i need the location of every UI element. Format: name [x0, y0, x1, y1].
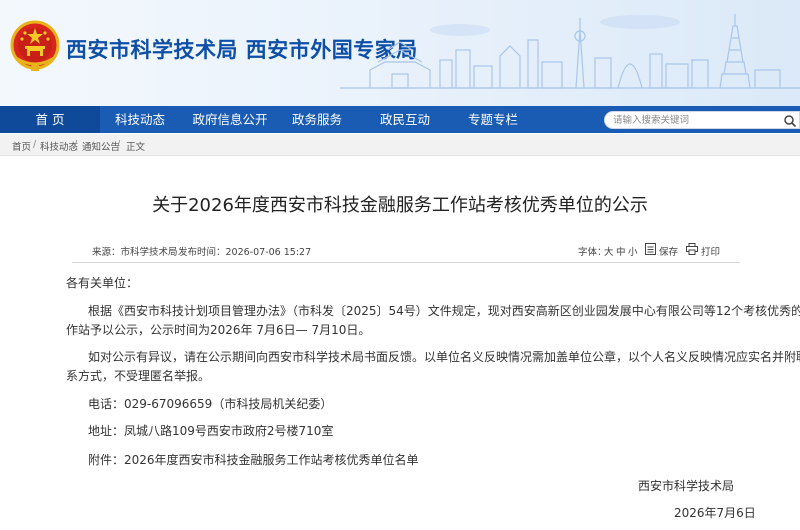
breadcrumb-separator: /	[117, 139, 121, 150]
nav-item-home[interactable]: 首 页	[0, 106, 100, 133]
breadcrumb-separator: /	[33, 139, 37, 150]
print-icon[interactable]	[686, 243, 698, 255]
article-paragraph-1-line-2: 作站予以公示，公示时间为2026年 7月6日— 7月10日。	[66, 323, 371, 337]
search-icon[interactable]	[783, 114, 797, 128]
article-greeting: 各有关单位：	[66, 276, 139, 290]
breadcrumb-home[interactable]: 首页	[12, 139, 31, 153]
article-source: 来源：市科学技术局	[92, 247, 178, 258]
font-size-small[interactable]: 小	[628, 244, 638, 258]
breadcrumb-tech-news[interactable]: 科技动态	[40, 139, 78, 153]
font-size-large[interactable]: 大	[604, 244, 614, 258]
city-skyline-illustration	[340, 14, 800, 89]
nav-item-interaction[interactable]: 政民互动	[374, 106, 436, 133]
contact-address: 地址：凤城八路109号西安市政府2号楼710室	[88, 424, 334, 438]
nav-item-special-topics[interactable]: 专题专栏	[462, 106, 524, 133]
article-paragraph-1-line-1: 根据《西安市科技计划项目管理办法》（市科发〔2025〕54号）文件规定，现对西安…	[88, 304, 800, 318]
breadcrumb-notices[interactable]: 通知公告	[82, 139, 120, 153]
article-paragraph-2-line-2: 系方式，不受理匿名举报。	[66, 369, 211, 383]
article-title: 关于2026年度西安市科技金融服务工作站考核优秀单位的公示	[152, 195, 648, 216]
search-box	[604, 111, 800, 129]
breadcrumb-current: 正文	[126, 142, 146, 153]
article-paragraph-2-line-1: 如对公示有异议，请在公示期间向西安市科学技术局书面反馈。以单位名义反映情况需加盖…	[88, 350, 800, 364]
breadcrumb-separator: /	[74, 139, 78, 150]
signature-date: 2026年7月6日	[674, 506, 756, 520]
nav-item-tech-news[interactable]: 科技动态	[108, 106, 172, 133]
signature-org: 西安市科学技术局	[638, 479, 735, 493]
nav-item-gov-services[interactable]: 政务服务	[286, 106, 348, 133]
font-size-label: 字体：	[578, 247, 607, 258]
font-size-medium[interactable]: 中	[616, 244, 626, 258]
contact-phone: 电话：029-67096659（市科技局机关纪委）	[88, 397, 333, 411]
site-header: 西安市科学技术局 西安市外国专家局	[0, 0, 800, 106]
print-button[interactable]: 打印	[701, 244, 720, 258]
nav-item-gov-info[interactable]: 政府信息公开	[188, 106, 272, 133]
national-emblem-icon	[10, 20, 60, 71]
save-icon[interactable]	[645, 243, 656, 255]
breadcrumb: 首页 / 科技动态 / 通知公告 / 正文	[0, 134, 800, 156]
search-input[interactable]	[613, 112, 773, 128]
attachment-link[interactable]: 附件：2026年度西安市科技金融服务工作站考核优秀单位名单	[88, 451, 419, 470]
article-published-time: 发布时间：2026-07-06 15:27	[178, 247, 312, 258]
divider	[72, 262, 740, 263]
save-button[interactable]: 保存	[659, 244, 678, 258]
